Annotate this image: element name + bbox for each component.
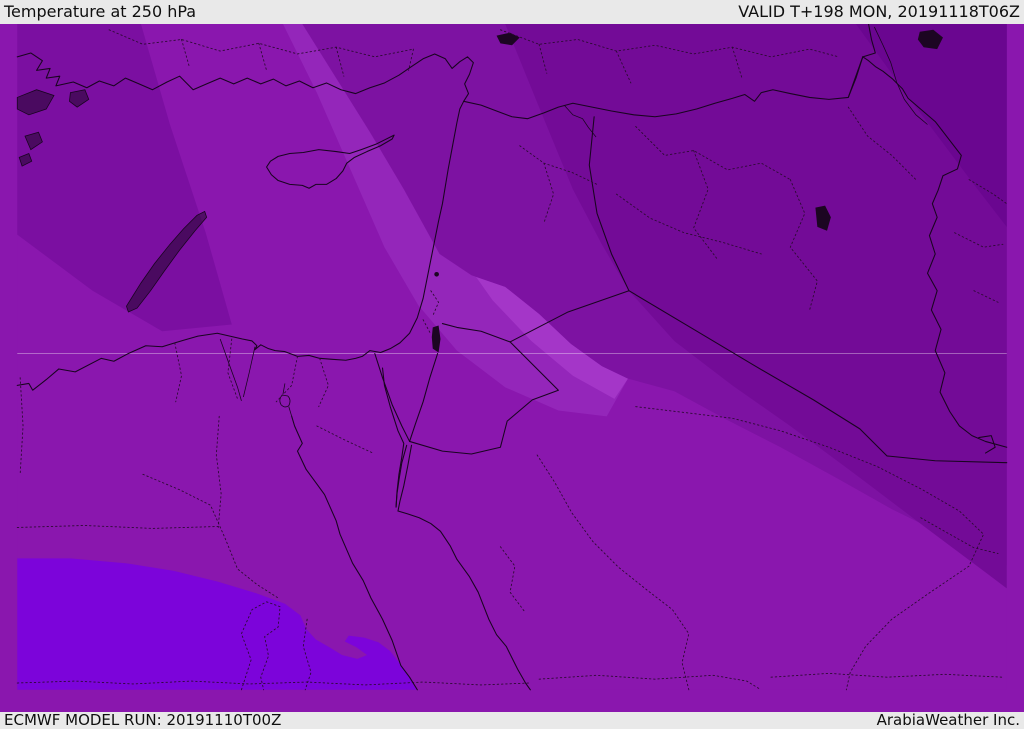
weather-map-app: Temperature at 250 hPa VALID T+198 MON, … bbox=[0, 0, 1024, 729]
temperature-shading-map bbox=[16, 24, 1008, 691]
map-title: Temperature at 250 hPa bbox=[4, 2, 197, 21]
brand-label: ArabiaWeather Inc. bbox=[876, 711, 1020, 729]
sea-of-galilee bbox=[434, 271, 439, 277]
footer-bar: ECMWF MODEL RUN: 20191110T00Z ArabiaWeat… bbox=[0, 712, 1024, 729]
map-canvas bbox=[0, 24, 1024, 712]
model-run-label: ECMWF MODEL RUN: 20191110T00Z bbox=[4, 711, 282, 729]
header-bar: Temperature at 250 hPa VALID T+198 MON, … bbox=[0, 0, 1024, 24]
valid-time-label: VALID T+198 MON, 20191118T06Z bbox=[738, 2, 1020, 21]
